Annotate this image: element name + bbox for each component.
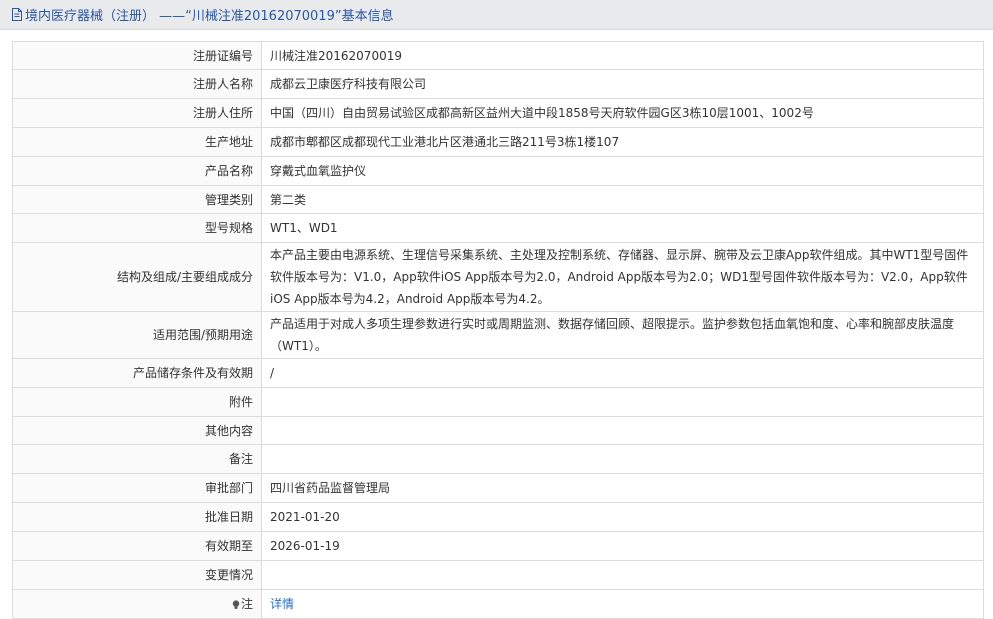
- document-icon: [12, 8, 22, 21]
- table-row: 适用范围/预期用途 产品适用于对成人多项生理参数进行实时或周期监测、数据存储回顾…: [12, 311, 984, 359]
- row-value: [261, 416, 984, 445]
- row-label: 其他内容: [12, 416, 262, 445]
- row-label: 附件: [12, 387, 262, 417]
- row-value: 中国（四川）自由贸易试验区成都高新区益州大道中段1858号天府软件园G区3栋10…: [261, 98, 984, 128]
- table-row: 注册证编号 川械注准20162070019: [12, 41, 984, 70]
- table-row: 型号规格 WT1、WD1: [12, 213, 984, 243]
- row-value: 2026-01-19: [261, 531, 984, 561]
- row-value: 穿戴式血氧监护仪: [261, 156, 984, 186]
- row-label: 有效期至: [12, 531, 262, 561]
- row-value: 产品适用于对成人多项生理参数进行实时或周期监测、数据存储回顾、超限提示。监护参数…: [261, 311, 984, 359]
- note-label: 注: [240, 597, 253, 611]
- row-label: 产品储存条件及有效期: [12, 358, 262, 388]
- page-title: 境内医疗器械（注册） ——“川械注准20162070019”基本信息: [25, 9, 394, 24]
- table-row: 审批部门 四川省药品监督管理局: [12, 473, 984, 503]
- row-value: 成都市郫都区成都现代工业港北片区港通北三路211号3栋1楼107: [261, 127, 984, 157]
- row-value: 成都云卫康医疗科技有限公司: [261, 69, 984, 99]
- row-value: [261, 444, 984, 474]
- row-value: 川械注准20162070019: [261, 41, 984, 70]
- page-header: 境内医疗器械（注册） ——“川械注准20162070019”基本信息: [0, 0, 993, 30]
- row-label: 批准日期: [12, 502, 262, 532]
- row-label: 适用范围/预期用途: [12, 311, 262, 359]
- row-label: 生产地址: [12, 127, 262, 157]
- table-row: 结构及组成/主要组成成分 本产品主要由电源系统、生理信号采集系统、主处理及控制系…: [12, 242, 984, 312]
- table-row: 注 详情: [12, 589, 984, 619]
- row-label: 结构及组成/主要组成成分: [12, 242, 262, 312]
- row-label: 注册人名称: [12, 69, 262, 99]
- table-row: 备注: [12, 444, 984, 474]
- row-label: 注册证编号: [12, 41, 262, 70]
- row-value: 四川省药品监督管理局: [261, 473, 984, 503]
- row-value: [261, 560, 984, 590]
- row-label: 注册人住所: [12, 98, 262, 128]
- row-value: WT1、WD1: [261, 213, 984, 243]
- table-row: 产品名称 穿戴式血氧监护仪: [12, 156, 984, 186]
- table-row: 产品储存条件及有效期 /: [12, 358, 984, 388]
- table-row: 有效期至 2026-01-19: [12, 531, 984, 561]
- table-row: 管理类别 第二类: [12, 185, 984, 214]
- row-value: 本产品主要由电源系统、生理信号采集系统、主处理及控制系统、存储器、显示屏、腕带及…: [261, 242, 984, 312]
- row-label: 产品名称: [12, 156, 262, 186]
- table-row: 注册人名称 成都云卫康医疗科技有限公司: [12, 69, 984, 99]
- details-link[interactable]: 详情: [270, 597, 294, 611]
- lightbulb-icon: [232, 599, 240, 609]
- info-table: 注册证编号 川械注准20162070019 注册人名称 成都云卫康医疗科技有限公…: [12, 41, 984, 619]
- row-label: 审批部门: [12, 473, 262, 503]
- row-label: 变更情况: [12, 560, 262, 590]
- table-row: 批准日期 2021-01-20: [12, 502, 984, 532]
- row-value: [261, 387, 984, 417]
- row-value: 第二类: [261, 185, 984, 214]
- table-row: 附件: [12, 387, 984, 417]
- row-label: 管理类别: [12, 185, 262, 214]
- row-value: 2021-01-20: [261, 502, 984, 532]
- row-value: /: [261, 358, 984, 388]
- table-row: 变更情况: [12, 560, 984, 590]
- row-label: 型号规格: [12, 213, 262, 243]
- table-row: 注册人住所 中国（四川）自由贸易试验区成都高新区益州大道中段1858号天府软件园…: [12, 98, 984, 128]
- table-row: 生产地址 成都市郫都区成都现代工业港北片区港通北三路211号3栋1楼107: [12, 127, 984, 157]
- table-row: 其他内容: [12, 416, 984, 445]
- note-value-cell: 详情: [261, 589, 984, 619]
- note-label-cell: 注: [12, 589, 262, 619]
- row-label: 备注: [12, 444, 262, 474]
